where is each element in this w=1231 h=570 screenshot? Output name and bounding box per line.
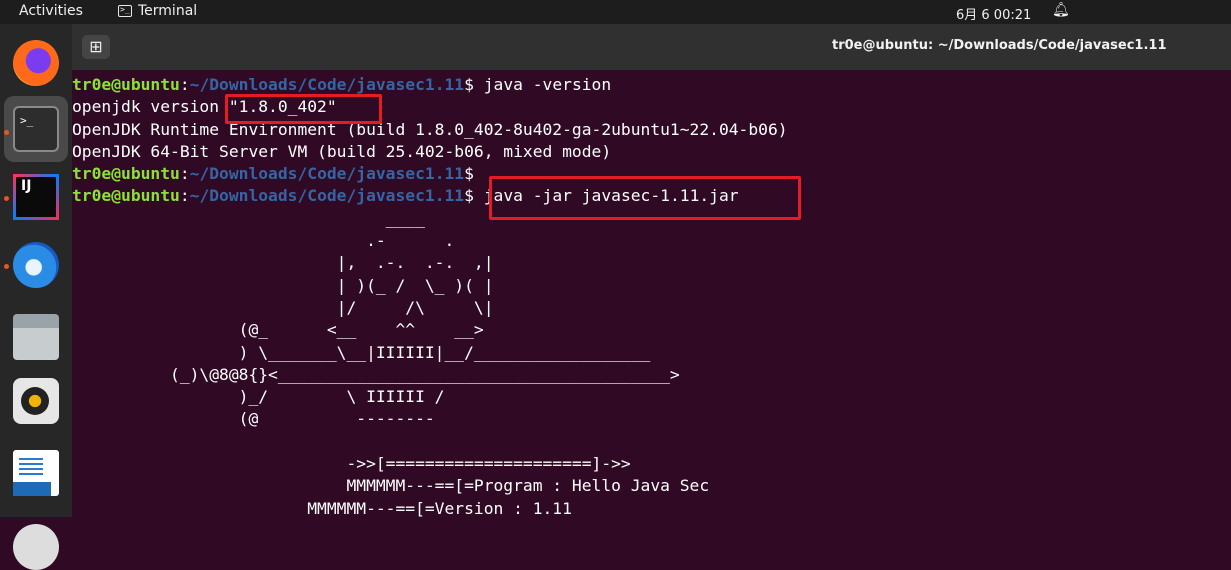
ascii-art-line: ->>[=====================]->> <box>72 454 631 474</box>
terminal-headerbar: ⊞ tr0e@ubuntu: ~/Downloads/Code/javasec1… <box>72 24 1231 70</box>
terminal-icon: >_ <box>118 5 132 17</box>
command-highlight-box <box>489 176 801 220</box>
running-indicator <box>4 264 9 269</box>
ascii-art-line: (_)\@8@8{}<_____________________________… <box>72 364 680 384</box>
clock[interactable]: 6月 6 00:21 <box>956 4 1031 23</box>
dock: >_ IJ <box>0 24 72 570</box>
intellij-icon[interactable]: IJ <box>13 174 59 220</box>
terminal-dock-icon[interactable]: >_ <box>13 106 59 152</box>
thunderbird-icon[interactable] <box>13 242 59 288</box>
app-menu[interactable]: >_ Terminal <box>118 3 197 19</box>
writer-icon[interactable] <box>13 450 59 496</box>
ascii-art-line: |/ /\ \| <box>72 297 494 317</box>
command: java -version <box>483 75 612 94</box>
window-title: tr0e@ubuntu: ~/Downloads/Code/javasec1.1… <box>832 38 1167 53</box>
bell-icon[interactable]: 🔔︎ <box>1052 2 1070 18</box>
firefox-icon[interactable] <box>13 40 59 86</box>
ascii-art-line: ) \_______\__|IIIIII|__/________________… <box>72 342 651 362</box>
ascii-art-line: )_/ \ IIIIII / <box>72 387 445 407</box>
activities-button[interactable]: Activities <box>19 3 83 19</box>
running-indicator <box>4 130 9 135</box>
version-highlight-box <box>225 94 382 124</box>
top-bar: Activities >_ Terminal 6月 6 00:21 🔔︎ <box>0 0 1231 24</box>
ascii-art-line <box>72 431 1231 453</box>
files-icon[interactable] <box>13 314 59 360</box>
ascii-art-line: .- . <box>72 231 455 251</box>
ascii-art-line: (@ -------- <box>72 409 435 429</box>
ascii-art-line: |, .-. .-. ,| <box>72 253 494 273</box>
ascii-art-line: MMMMMM---==[=Program : Hello Java Sec <box>72 476 710 496</box>
output-line: OpenJDK 64-Bit Server VM (build 25.402-b… <box>72 141 612 161</box>
terminal-output[interactable]: tr0e@ubuntu:~/Downloads/Code/javasec1.11… <box>72 70 1231 521</box>
prompt-line: tr0e@ubuntu:~/Downloads/Code/javasec1.11… <box>72 75 612 94</box>
new-tab-button[interactable]: ⊞ <box>82 35 110 59</box>
running-indicator <box>4 196 9 201</box>
rhythmbox-icon[interactable] <box>13 378 59 424</box>
app-grid-icon[interactable] <box>13 524 59 570</box>
app-menu-label: Terminal <box>138 3 198 19</box>
ascii-art-line: | )(_ / \_ )( | <box>72 275 494 295</box>
ascii-art-line: (@_ <__ ^^ __> <box>72 320 484 340</box>
